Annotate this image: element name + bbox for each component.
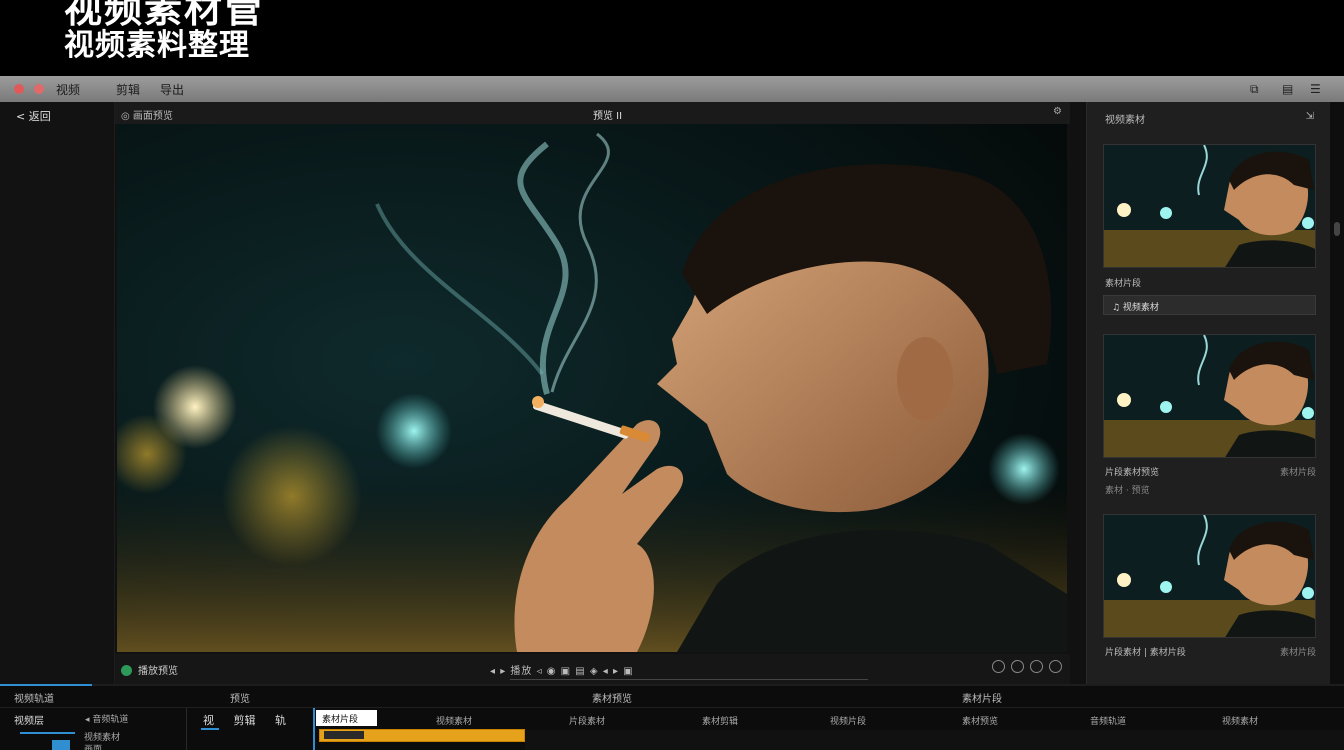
back-label: 返回 [28, 110, 51, 123]
clip-caption: 片段素材 | 素材片段 [1105, 648, 1186, 658]
minimize-window-button[interactable] [34, 84, 44, 94]
viewer-tools [992, 660, 1062, 673]
timeline-separator [186, 708, 187, 750]
title-bar: 视频 剪辑 导出 ⧉ ▤ ☰ [0, 76, 1344, 102]
status-indicator: 播放预览 [121, 662, 178, 677]
playhead[interactable] [313, 708, 315, 750]
share-icon[interactable]: ⧉ [1250, 82, 1259, 97]
settings-icon[interactable]: ⚙ [1053, 106, 1062, 117]
timeline-header[interactable]: 视频轨道 [14, 690, 54, 705]
export-icon[interactable] [1049, 660, 1062, 673]
menu-item-export[interactable]: 导出 [160, 81, 184, 98]
timeline-header[interactable]: 预览 [230, 690, 250, 705]
layout-icon[interactable]: ▤ [1282, 82, 1293, 96]
track-block[interactable] [52, 740, 70, 750]
clip-caption: 片段素材预览 [1105, 468, 1160, 478]
status-dot [121, 665, 132, 676]
empty-track[interactable] [525, 730, 1344, 750]
close-window-button[interactable] [14, 84, 24, 94]
playback-controls: 播放预览 ◂ ▸ 播放 ◃ ◉ ▣ ▤ ◈ ◂ ▸ ▣ [115, 654, 1070, 686]
preview-frame-image [117, 124, 1067, 652]
timeline-column: 视频片段 [830, 717, 867, 727]
app-window: 视频素材管 视频素料整理 视频 剪辑 导出 ⧉ ▤ ☰ < 返回 ◎ 画面预览 … [0, 0, 1344, 750]
app-label: 视频 [56, 83, 81, 97]
clip-sub: 素材 · 预览 [1105, 486, 1150, 496]
clip-thumbnail[interactable] [1103, 514, 1316, 638]
timeline-header[interactable]: 素材预览 [592, 690, 632, 705]
viewer-header: ◎ 画面预览 预览 II ⚙ [115, 102, 1070, 124]
transport-controls[interactable]: ◂ ▸ 播放 ◃ ◉ ▣ ▤ ◈ ◂ ▸ ▣ [490, 662, 634, 677]
banner: 视频素材管 视频素料整理 [0, 0, 1344, 76]
timeline-column: 素材预览 [962, 717, 999, 727]
clip-caption: 素材片段 [1105, 279, 1142, 289]
back-button[interactable]: < 返回 [16, 108, 51, 124]
timeline-column: 片段素材 [569, 717, 606, 727]
active-clip-label[interactable]: 素材片段 [316, 710, 377, 726]
thumbnail-image [1104, 515, 1315, 637]
video-preview[interactable] [117, 124, 1067, 652]
clip-label-block [324, 731, 364, 739]
timeline-tab[interactable]: 剪辑 [234, 714, 256, 727]
audio-icon[interactable] [1011, 660, 1024, 673]
timeline: 视频轨道 预览 素材预览 素材片段 视频层 ◂ 音频轨道 视频素材 画面 视 剪… [0, 684, 1344, 750]
panel-expand-icon[interactable]: ⇲ [1306, 111, 1314, 122]
timeline-tab[interactable]: 轨 [275, 714, 286, 727]
left-sidebar: < 返回 [0, 102, 115, 686]
timeline-column: 素材剪辑 [702, 717, 739, 727]
timeline-tab[interactable]: 视 [203, 714, 214, 727]
status-label: 播放预览 [138, 666, 178, 677]
video-clip[interactable] [319, 729, 525, 742]
clip-meta: 素材片段 [1279, 468, 1316, 478]
viewer-title: 预览 II [593, 111, 623, 122]
timeline-tab-indicator [0, 684, 92, 686]
menu-item-edit[interactable]: 剪辑 [116, 81, 140, 98]
media-panel: 视频素材 ⇲ 素材片段 ♫ 视频素材 片段素材预览 素材片段 素材 · 预览 片… [1086, 102, 1330, 686]
more-icon[interactable]: ☰ [1310, 82, 1321, 96]
track-indicator [20, 732, 75, 734]
fullscreen-icon[interactable] [1030, 660, 1043, 673]
timeline-header[interactable]: 素材片段 [962, 690, 1002, 705]
clip-thumbnail[interactable] [1103, 334, 1316, 458]
banner-subtitle: 视频素料整理 [64, 28, 250, 63]
scrollbar[interactable] [1330, 102, 1344, 686]
track-sub-label: 画面 [84, 745, 103, 750]
tab-underline [201, 728, 219, 730]
layer-label: 视频层 [14, 716, 44, 727]
timeline-column: 视频素材 [1222, 717, 1259, 727]
timeline-divider [0, 707, 1344, 708]
thumbnail-image [1104, 145, 1315, 267]
timeline-tabs: 视 剪辑 轨 [203, 712, 302, 728]
scrub-bar[interactable] [510, 679, 868, 680]
clip-select[interactable]: ♫ 视频素材 [1103, 295, 1316, 315]
timeline-column: 视频素材 [436, 717, 473, 727]
zoom-icon[interactable] [992, 660, 1005, 673]
clip-meta: 素材片段 [1279, 648, 1316, 658]
chevron-left-icon: < [16, 110, 26, 123]
scrollbar-thumb[interactable] [1334, 222, 1340, 236]
audio-track-label[interactable]: ◂ 音频轨道 [85, 712, 128, 725]
timeline-column: 音频轨道 [1090, 717, 1127, 727]
clip-thumbnail[interactable] [1103, 144, 1316, 268]
editor-area: < 返回 ◎ 画面预览 预览 II ⚙ 播放预览 ◂ ▸ 播放 ◃ ◉ ▣ ▤ … [0, 102, 1344, 686]
thumbnail-image [1104, 335, 1315, 457]
viewer-left-label[interactable]: ◎ 画面预览 [121, 107, 173, 122]
panel-title: 视频素材 [1105, 115, 1145, 126]
